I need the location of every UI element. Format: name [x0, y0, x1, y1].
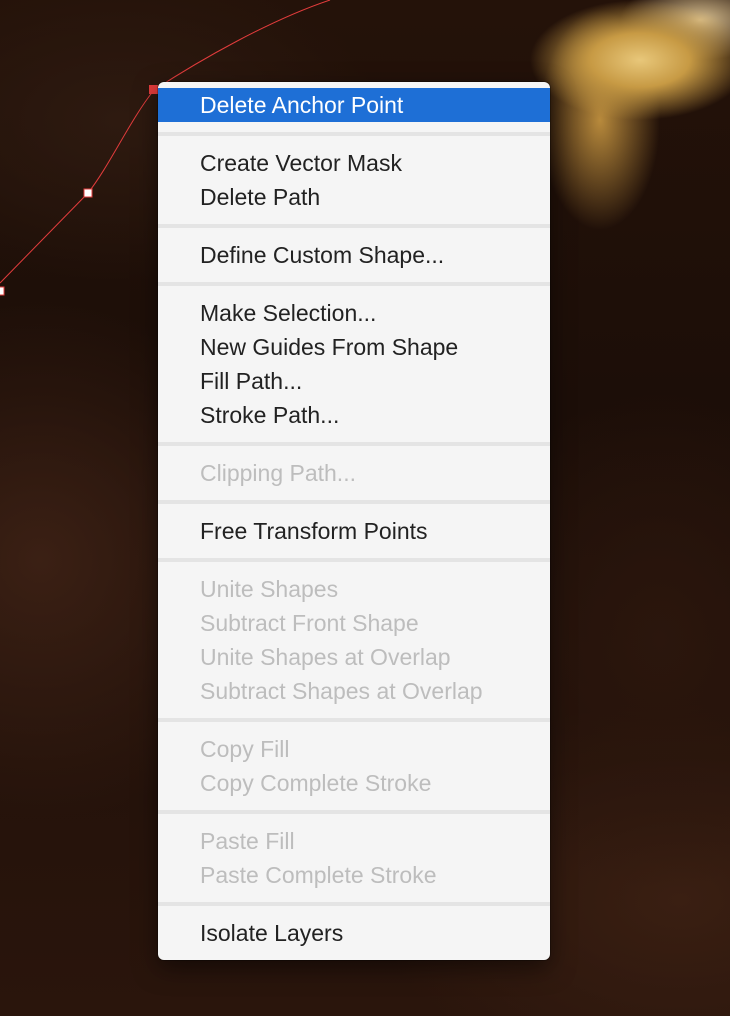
menu-item-new-guides-from-shape[interactable]: New Guides From Shape	[158, 330, 550, 364]
menu-item-unite-shapes-at-overlap: Unite Shapes at Overlap	[200, 644, 451, 670]
menu-item-paste-complete-stroke: Paste Complete Stroke	[200, 862, 437, 888]
context-menu: Delete Anchor Point Create Vector Mask D…	[158, 82, 550, 960]
menu-item-paste-fill: Paste Fill	[200, 828, 295, 854]
menu-separator	[158, 500, 550, 504]
menu-separator	[158, 902, 550, 906]
menu-item-copy-fill: Copy Fill	[200, 736, 290, 762]
menu-item-delete-path[interactable]: Delete Path	[158, 180, 550, 214]
anchor-point-selected[interactable]	[149, 85, 158, 94]
menu-item-define-custom-shape[interactable]: Define Custom Shape...	[158, 238, 550, 272]
menu-separator	[158, 810, 550, 814]
menu-item-stroke-path[interactable]: Stroke Path...	[158, 398, 550, 432]
menu-item-subtract-front-shape: Subtract Front Shape	[200, 610, 419, 636]
menu-separator	[158, 282, 550, 286]
menu-item-free-transform-points[interactable]: Free Transform Points	[158, 514, 550, 548]
menu-separator	[158, 442, 550, 446]
menu-item-unite-shapes: Unite Shapes	[200, 576, 339, 602]
menu-item-create-vector-mask[interactable]: Create Vector Mask	[158, 146, 550, 180]
anchor-point[interactable]	[83, 188, 93, 198]
anchor-point[interactable]	[0, 286, 5, 296]
menu-item-make-selection[interactable]: Make Selection...	[158, 296, 550, 330]
menu-separator	[158, 718, 550, 722]
menu-item-clipping-path: Clipping Path...	[200, 460, 356, 486]
menu-item-delete-anchor-point[interactable]: Delete Anchor Point	[158, 88, 550, 122]
menu-separator	[158, 224, 550, 228]
menu-separator	[158, 132, 550, 136]
menu-item-fill-path[interactable]: Fill Path...	[158, 364, 550, 398]
menu-separator	[158, 558, 550, 562]
menu-item-copy-complete-stroke: Copy Complete Stroke	[200, 770, 432, 796]
menu-item-isolate-layers[interactable]: Isolate Layers	[158, 916, 550, 950]
canvas-painting-background[interactable]: Delete Anchor Point Create Vector Mask D…	[0, 0, 730, 1016]
menu-item-subtract-shapes-at-overlap: Subtract Shapes at Overlap	[200, 678, 483, 704]
